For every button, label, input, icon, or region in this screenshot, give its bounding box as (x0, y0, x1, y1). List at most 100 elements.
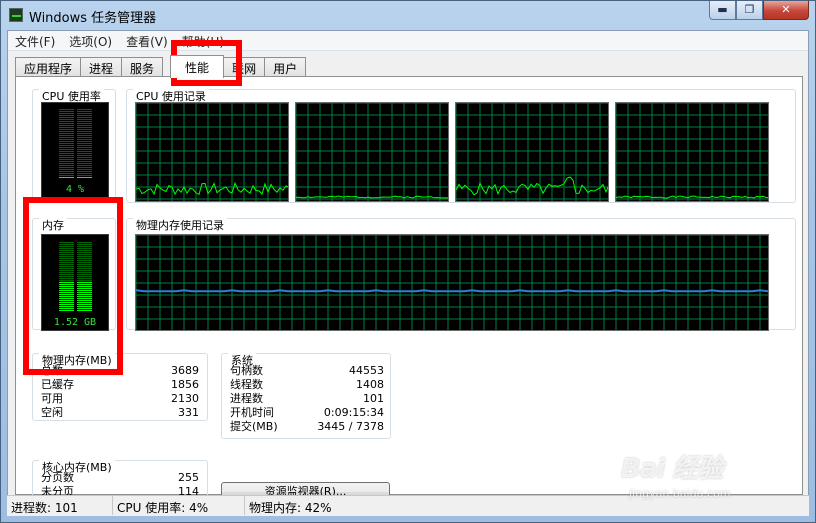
gauge-segment (77, 308, 92, 309)
gauge-segment (77, 171, 92, 172)
gauge-segment (59, 242, 74, 243)
memory-history-group: 物理内存使用记录 (126, 217, 796, 331)
memory-history-line (136, 289, 768, 293)
gauge-segment (59, 292, 74, 293)
tab-applications[interactable]: 应用程序 (15, 57, 82, 77)
watermark-logo: Bai 经验 (621, 454, 723, 484)
gauge-segment (59, 115, 74, 116)
gauge-segment (59, 123, 74, 124)
gauge-segment (77, 282, 92, 283)
tab-processes[interactable]: 进程 (80, 57, 123, 77)
tab-performance[interactable]: 性能 (170, 55, 225, 78)
menu-help[interactable]: 帮助(H) (175, 31, 231, 51)
minimize-button[interactable]: ▬ (709, 1, 736, 20)
gauge-segment (59, 129, 74, 130)
gauge-segment (77, 165, 92, 166)
gauge-segment (59, 147, 74, 148)
menu-file[interactable]: 文件(F) (8, 31, 62, 51)
gauge-segment (59, 163, 74, 164)
gauge-segment (77, 248, 92, 249)
gauge-segment (59, 258, 74, 259)
gauge-segment (77, 294, 92, 295)
gauge-segment (59, 173, 74, 174)
gauge-segment (59, 117, 74, 118)
gauge-segment (77, 119, 92, 120)
gauge-segment (77, 252, 92, 253)
gauge-segment (59, 149, 74, 150)
cpu-history-group: CPU 使用记录 (126, 88, 796, 203)
gauge-segment (59, 256, 74, 257)
gauge-segment (77, 300, 92, 301)
gauge-segment (77, 159, 92, 160)
gauge-segment (77, 280, 92, 281)
gauge-segment (59, 167, 74, 168)
system-commit-value: 3445 / 7378 (317, 420, 384, 433)
gauge-segment (59, 246, 74, 247)
physical-memory-cached-label: 已缓存 (41, 378, 74, 391)
gauge-segment (59, 306, 74, 307)
gauge-segment (59, 155, 74, 156)
gauge-segment (77, 288, 92, 289)
gauge-segment (59, 262, 74, 263)
kernel-memory-paged-label: 分页数 (41, 471, 74, 484)
gauge-segment (59, 165, 74, 166)
gauge-segment (59, 294, 74, 295)
cpu-history-line (616, 195, 768, 199)
system-processes-label: 进程数 (230, 392, 263, 405)
performance-panel: CPU 使用率 4 % CPU 使用记录 内存 1.52 GB 物理内存使用记录… (15, 76, 803, 502)
gauge-segment (59, 143, 74, 144)
system-handles-label: 句柄数 (230, 364, 263, 377)
task-manager-window: Windows 任务管理器 ▬ ❐ ✕ 文件(F) 选项(O) 查看(V) 帮助… (0, 0, 816, 523)
tab-services[interactable]: 服务 (121, 57, 164, 77)
tab-users[interactable]: 用户 (264, 57, 307, 77)
gauge-segment (59, 308, 74, 309)
gauge-segment (59, 280, 74, 281)
gauge-segment (77, 304, 92, 305)
gauge-segment (77, 262, 92, 263)
gauge-segment (77, 131, 92, 132)
gauge-segment (59, 125, 74, 126)
system-group: 系统 句柄数 44553 线程数 1408 进程数 101 开机时间 0:09:… (221, 352, 391, 439)
memory-gauge: 1.52 GB (41, 234, 109, 331)
gauge-segment (77, 278, 92, 279)
title-bar[interactable]: Windows 任务管理器 ▬ ❐ ✕ (1, 1, 815, 29)
physical-memory-available-label: 可用 (41, 392, 63, 405)
gauge-segment (59, 111, 74, 112)
status-cpu-usage: CPU 使用率: 4% (113, 496, 245, 515)
close-button[interactable]: ✕ (763, 1, 809, 20)
menu-view[interactable]: 查看(V) (119, 31, 175, 51)
gauge-segment (77, 167, 92, 168)
gauge-segment (59, 310, 74, 311)
gauge-segment (77, 272, 92, 273)
system-uptime-value: 0:09:15:34 (323, 406, 384, 419)
gauge-segment (59, 300, 74, 301)
kernel-memory-paged-value: 255 (178, 471, 199, 484)
maximize-button[interactable]: ❐ (736, 1, 763, 20)
gauge-segment (77, 157, 92, 158)
gauge-segment (77, 113, 92, 114)
gauge-segment (77, 163, 92, 164)
physical-memory-cached-value: 1856 (171, 378, 199, 391)
physical-memory-available-value: 2130 (171, 392, 199, 405)
gauge-segment (77, 298, 92, 299)
system-threads-value: 1408 (356, 378, 384, 391)
gauge-segment (59, 119, 74, 120)
gauge-segment (77, 173, 92, 174)
menu-options[interactable]: 选项(O) (62, 31, 119, 51)
memory-graph-svg (136, 235, 768, 330)
gauge-segment (59, 141, 74, 142)
client-area: 文件(F) 选项(O) 查看(V) 帮助(H) 应用程序 进程 服务 性能 联网… (7, 30, 809, 515)
gauge-segment (59, 145, 74, 146)
gauge-segment (59, 252, 74, 253)
gauge-segment (59, 161, 74, 162)
gauge-segment (77, 149, 92, 150)
gauge-segment (77, 137, 92, 138)
gauge-segment (77, 246, 92, 247)
gauge-segment (59, 278, 74, 279)
gauge-segment (59, 169, 74, 170)
gauge-segment (59, 157, 74, 158)
gauge-segment (77, 143, 92, 144)
tab-networking[interactable]: 联网 (223, 57, 266, 77)
gauge-segment (77, 292, 92, 293)
gauge-segment (77, 175, 92, 176)
